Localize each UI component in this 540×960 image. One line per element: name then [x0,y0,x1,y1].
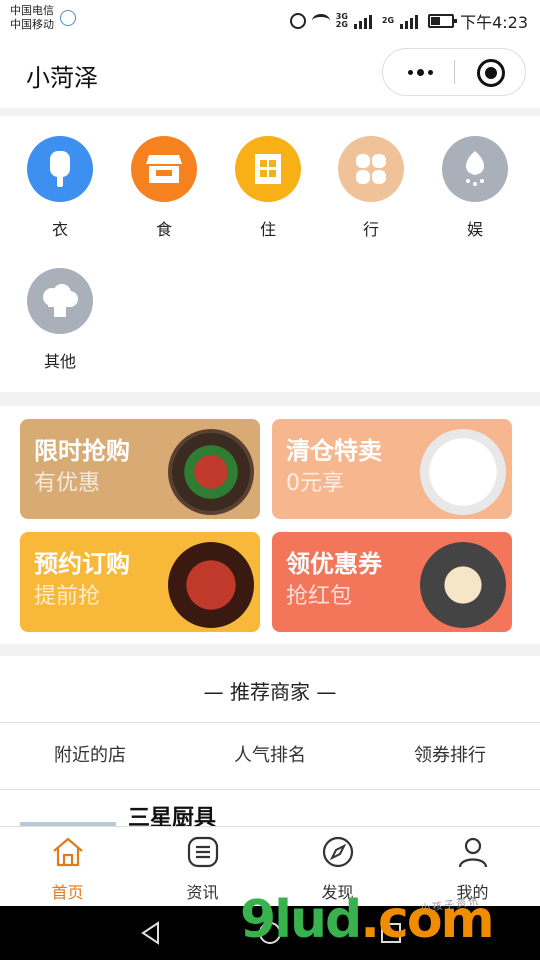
compass-icon [322,836,353,868]
tableware-image [420,429,506,515]
category-other[interactable]: 其他 [20,268,100,372]
promo-flash-sale[interactable]: 限时抢购 有优惠 [20,419,260,519]
capsule-divider [454,60,455,84]
close-miniprogram-icon[interactable] [477,59,505,87]
clover-icon [338,136,404,202]
promo-subtitle: 抢红包 [286,584,353,609]
promo-subtitle: 有优惠 [34,471,101,496]
promo-subtitle: 提前抢 [34,584,101,609]
category-label: 其他 [43,352,76,371]
promo-title: 清仓特卖 [286,437,382,465]
user-icon [458,837,487,868]
carrier-info: 中国电信 中国移动 [10,4,54,32]
popcorn-image [420,542,506,628]
tab-coupons[interactable]: 领券排行 [360,723,540,789]
food-bowl-image [168,429,254,515]
category-label: 食 [155,220,172,239]
merchant-tabs: 附近的店 人气排名 领券排行 [0,723,540,789]
promo-title: 预约订购 [34,550,130,578]
qq-status-icon [60,10,76,26]
category-housing[interactable]: 住 [228,136,308,240]
more-menu-icon[interactable] [403,62,437,82]
promo-title: 限时抢购 [34,437,130,465]
shop-icon [131,136,197,202]
section-heading: — 推荐商家 — [203,680,337,704]
category-label: 行 [362,220,379,239]
network-type-label-2: 2G [381,16,395,25]
status-icons: 3G 2G 2G 下午4:23 [289,9,528,33]
promo-coupons[interactable]: 领优惠券 抢红包 [272,532,512,632]
category-food[interactable]: 食 [124,136,204,240]
crab-dish-image [168,542,254,628]
promo-subtitle: 0元享 [286,471,344,496]
divider [0,789,540,790]
title-bar: 小菏泽 [0,40,540,108]
carrier-1: 中国电信 [10,4,54,17]
wifi-icon [311,14,330,28]
promo-clearance[interactable]: 清仓特卖 0元享 [272,419,512,519]
page-title: 小菏泽 [26,64,98,92]
category-entertainment[interactable]: 娱 [435,136,515,240]
category-label: 娱 [466,220,483,239]
recommended-merchants: — 推荐商家 — 附近的店 人气排名 领券排行 三星厨具 [0,656,540,826]
network-type-label: 3G 2G [335,12,348,29]
back-icon[interactable] [138,920,164,946]
battery-icon [428,14,458,28]
category-transport[interactable]: 行 [331,136,411,240]
tab-label: 首页 [51,883,84,902]
home-icon [52,837,83,867]
cloud-icon [27,268,93,334]
signal-icon [353,13,376,29]
carrier-2: 中国移动 [10,18,54,31]
category-label: 衣 [51,220,68,239]
miniprogram-capsule [382,48,526,96]
building-icon [235,136,301,202]
battery-level [431,17,441,25]
tab-popular[interactable]: 人气排名 [180,723,360,789]
promo-grid: 限时抢购 有优惠 清仓特卖 0元享 预约订购 提前抢 领优惠券 抢红包 [0,406,540,644]
balloon-icon [442,136,508,202]
status-bar: 中国电信 中国移动 3G 2G 2G 下午4:23 [0,0,540,40]
promo-reservation[interactable]: 预约订购 提前抢 [20,532,260,632]
watermark-main: 9lud [240,890,362,950]
alarm-icon [289,13,306,29]
category-clothing[interactable]: 衣 [20,136,100,240]
list-icon [187,836,218,868]
popsicle-icon [27,136,93,202]
tab-nearby[interactable]: 附近的店 [0,723,180,789]
category-label: 住 [259,220,276,239]
status-time: 下午4:23 [460,13,528,32]
tab-home[interactable]: 首页 [0,827,135,906]
shop-name[interactable]: 三星厨具 [128,804,216,826]
signal-icon-2 [400,13,422,29]
category-grid: 衣 食 住 行 娱 其他 [0,116,540,392]
promo-title: 领优惠券 [286,550,382,578]
